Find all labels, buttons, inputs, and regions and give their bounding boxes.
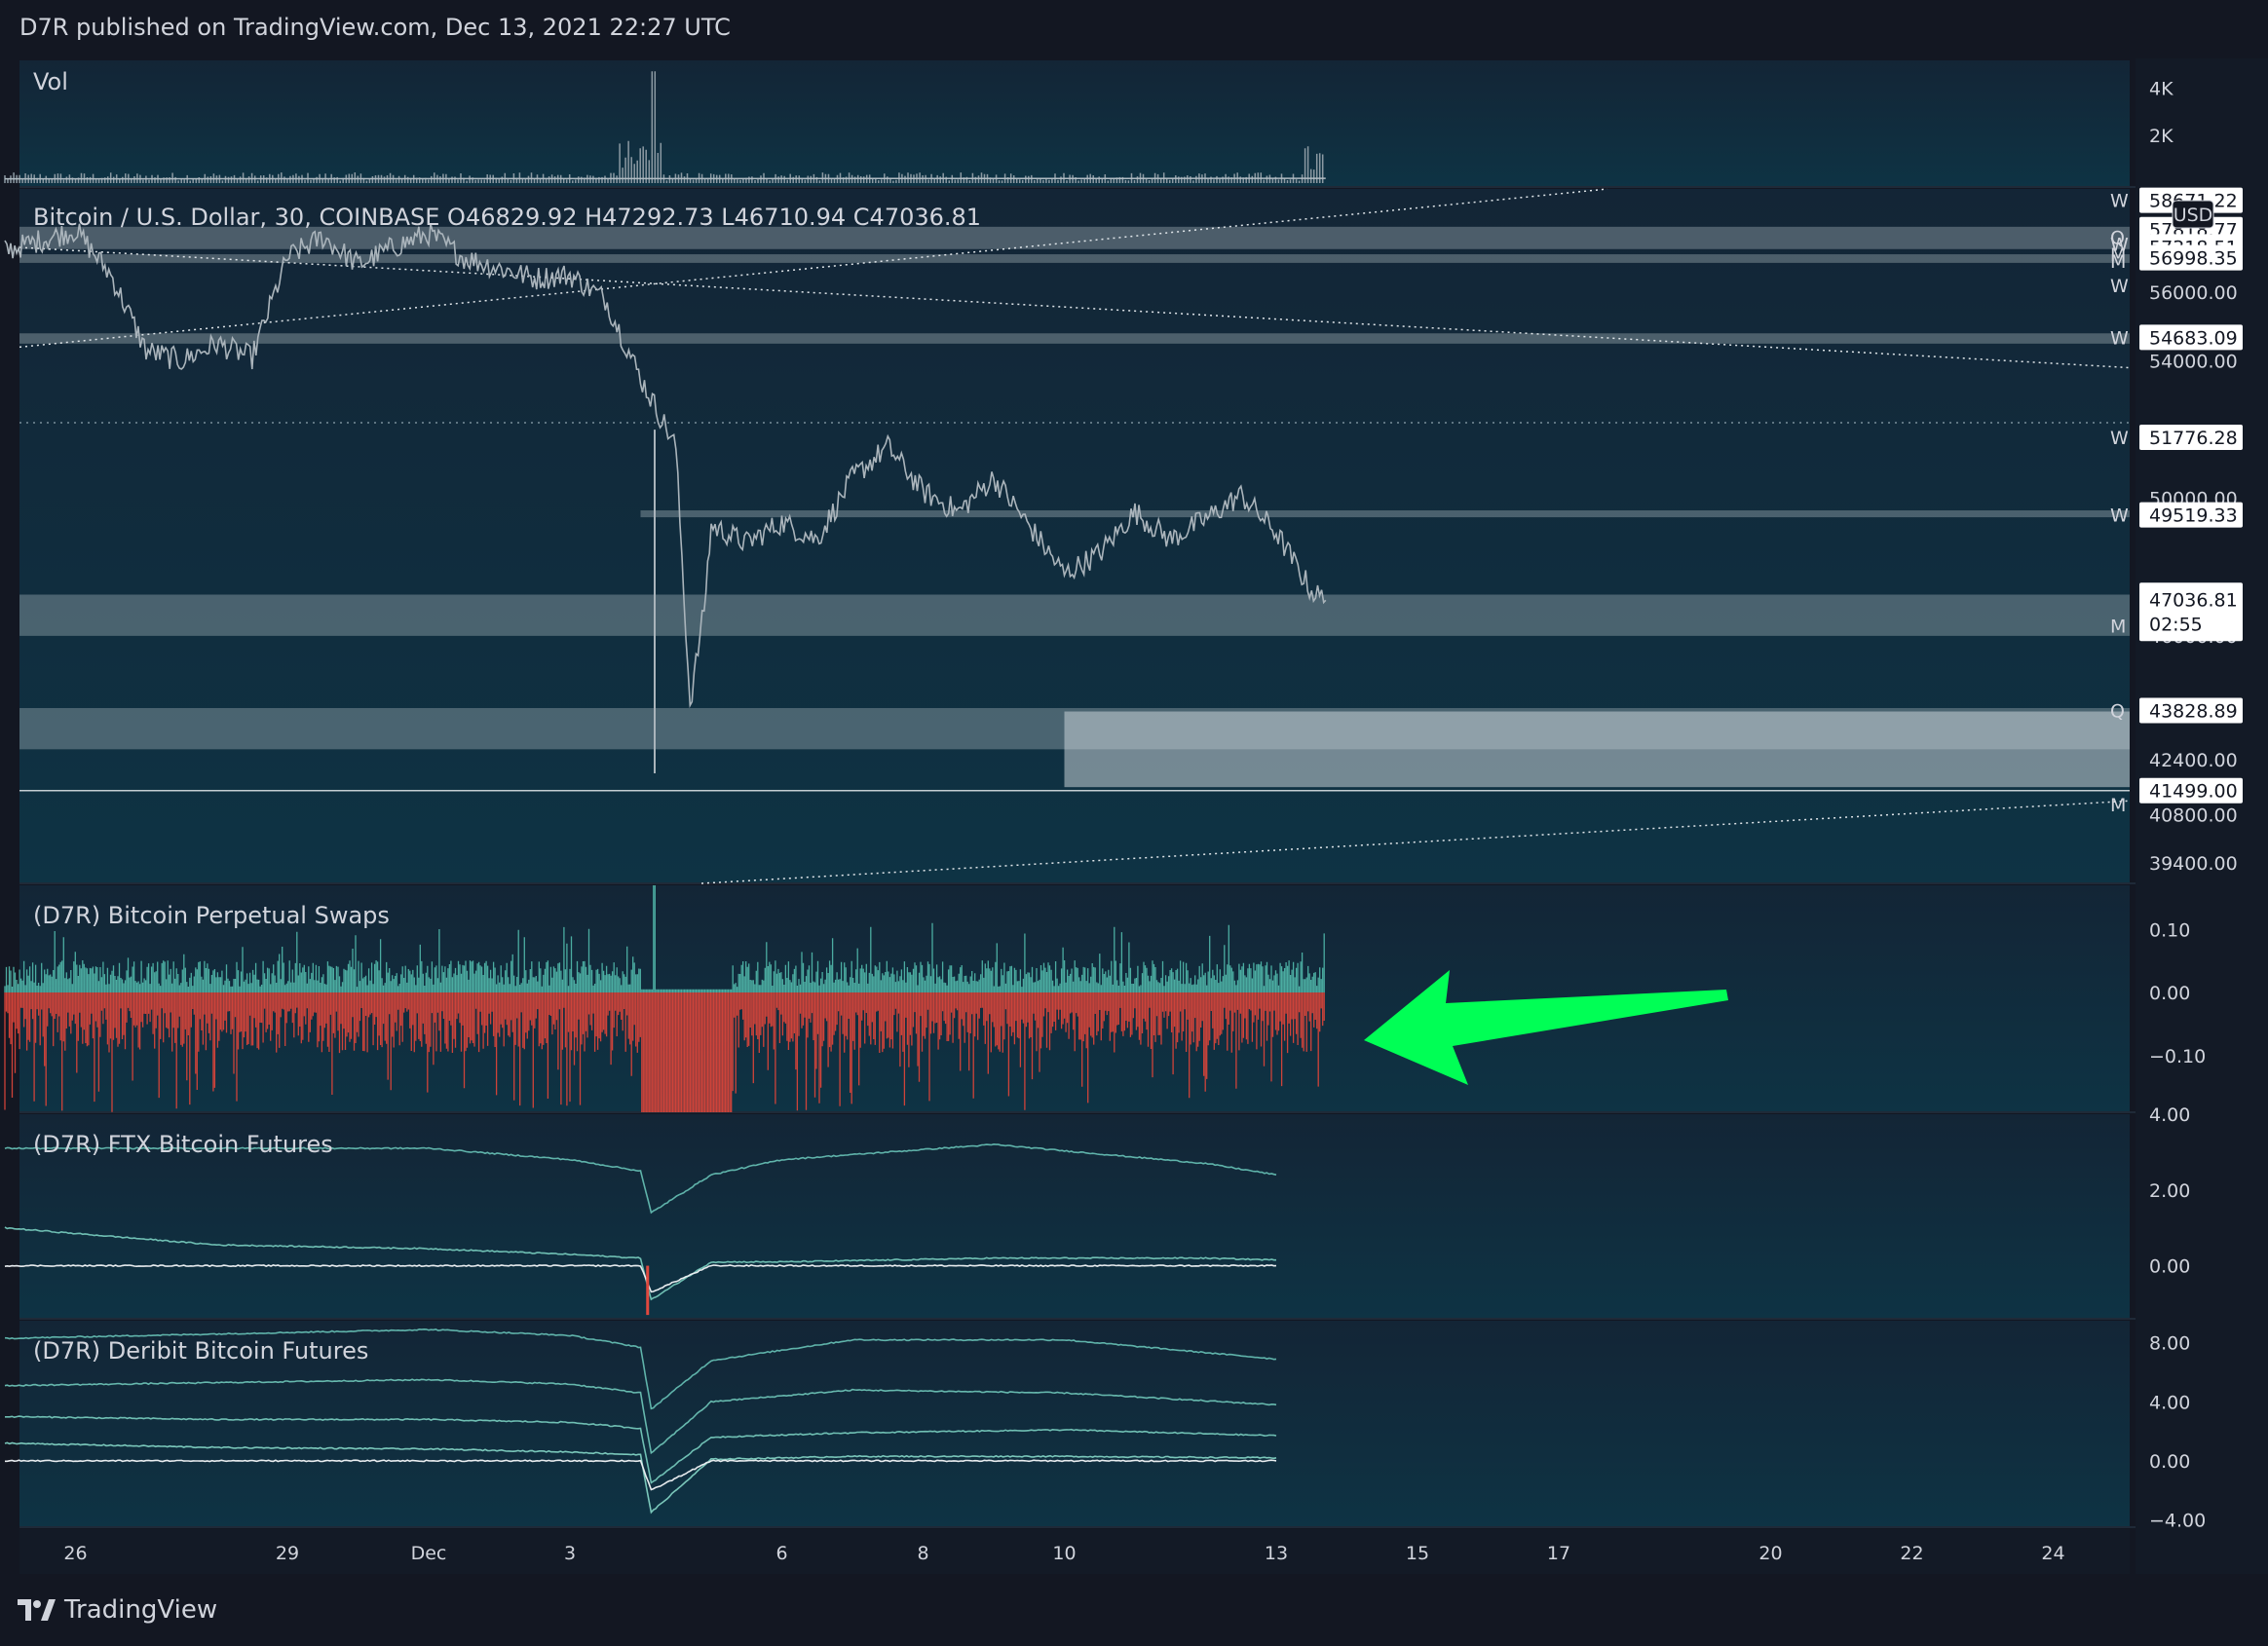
ftx-title: (D7R) FTX Bitcoin Futures: [33, 1131, 333, 1158]
time-tick-label: 20: [1758, 1543, 1782, 1564]
tradingview-brand[interactable]: TradingView: [18, 1595, 217, 1625]
ftx-tick-label: 4.00: [2149, 1104, 2190, 1126]
price-tag-label: 56998.35: [2149, 248, 2238, 270]
level-letter-q: Q: [2110, 701, 2125, 723]
perp-tick-label: 0.10: [2149, 919, 2190, 941]
price-zone: [19, 254, 2130, 263]
volume-tick-label: 2K: [2149, 126, 2174, 147]
level-letter-w: W: [2110, 191, 2129, 212]
price-tick-label: 40800.00: [2149, 804, 2238, 826]
price-tick-label: 42400.00: [2149, 750, 2238, 771]
time-tick-label: 17: [1547, 1543, 1570, 1564]
time-tick-label: Dec: [411, 1543, 447, 1564]
level-letter-m: M: [2110, 795, 2126, 816]
perp-title: (D7R) Bitcoin Perpetual Swaps: [33, 902, 390, 929]
volume-title: Vol: [33, 68, 68, 95]
price-tag-label: 51776.28: [2149, 428, 2238, 449]
currency-label: USD: [2174, 205, 2213, 226]
time-tick-label: 29: [276, 1543, 299, 1564]
chart-canvas[interactable]: WQWMMWWWWMQM 4K2K56000.0054000.0050000.0…: [0, 0, 2268, 1646]
volume-tick-label: 4K: [2149, 78, 2174, 99]
time-tick-label: 24: [2041, 1543, 2064, 1564]
ftx-tick-label: 0.00: [2149, 1256, 2190, 1278]
level-letter-m: M: [2110, 251, 2126, 273]
time-tick-label: 3: [564, 1543, 576, 1564]
time-tick-label: 22: [1900, 1543, 1923, 1564]
level-letter-w: W: [2110, 505, 2129, 527]
time-tick-label: 8: [917, 1543, 928, 1564]
price-tag-label: 41499.00: [2149, 781, 2238, 803]
level-letter-m: M: [2110, 616, 2126, 637]
price-tag-label: 54683.09: [2149, 327, 2238, 349]
price-zone: [19, 594, 2130, 636]
perp-tick-label: −0.10: [2149, 1046, 2206, 1067]
deribit-tick-label: 0.00: [2149, 1451, 2190, 1473]
price-tag-label: 49519.33: [2149, 505, 2238, 527]
time-tick-label: 26: [63, 1543, 87, 1564]
deribit-tick-label: 4.00: [2149, 1392, 2190, 1413]
deribit-tick-label: −4.00: [2149, 1510, 2206, 1531]
time-tick-label: 15: [1406, 1543, 1429, 1564]
level-letter-w: W: [2110, 327, 2129, 349]
price-tag-label: 43828.89: [2149, 700, 2238, 722]
perp-tick-label: 0.00: [2149, 983, 2190, 1004]
tradingview-logo-icon: [18, 1597, 57, 1623]
tradingview-wordmark: TradingView: [64, 1595, 218, 1625]
price-zone: [19, 333, 2130, 344]
time-tick-label: 10: [1052, 1543, 1076, 1564]
ftx-tick-label: 2.00: [2149, 1180, 2190, 1202]
price-zone: [1064, 711, 2130, 788]
level-letter-w: W: [2110, 428, 2129, 449]
level-letter-w: W: [2110, 276, 2129, 297]
pane-bg-vol: [19, 60, 2130, 187]
time-tick-label: 6: [775, 1543, 787, 1564]
price-tick-label: 39400.00: [2149, 853, 2238, 875]
deribit-title: (D7R) Deribit Bitcoin Futures: [33, 1337, 368, 1365]
last-price-label: 47036.81: [2149, 589, 2238, 611]
bar-countdown-label: 02:55: [2149, 614, 2203, 635]
pane-bg-ftx: [19, 1114, 2130, 1319]
price-tick-label: 56000.00: [2149, 282, 2238, 304]
price-title: Bitcoin / U.S. Dollar, 30, COINBASE O468…: [33, 204, 981, 231]
deribit-tick-label: 8.00: [2149, 1333, 2190, 1355]
price-tick-label: 54000.00: [2149, 351, 2238, 372]
price-zone: [640, 510, 2130, 518]
time-tick-label: 13: [1265, 1543, 1288, 1564]
